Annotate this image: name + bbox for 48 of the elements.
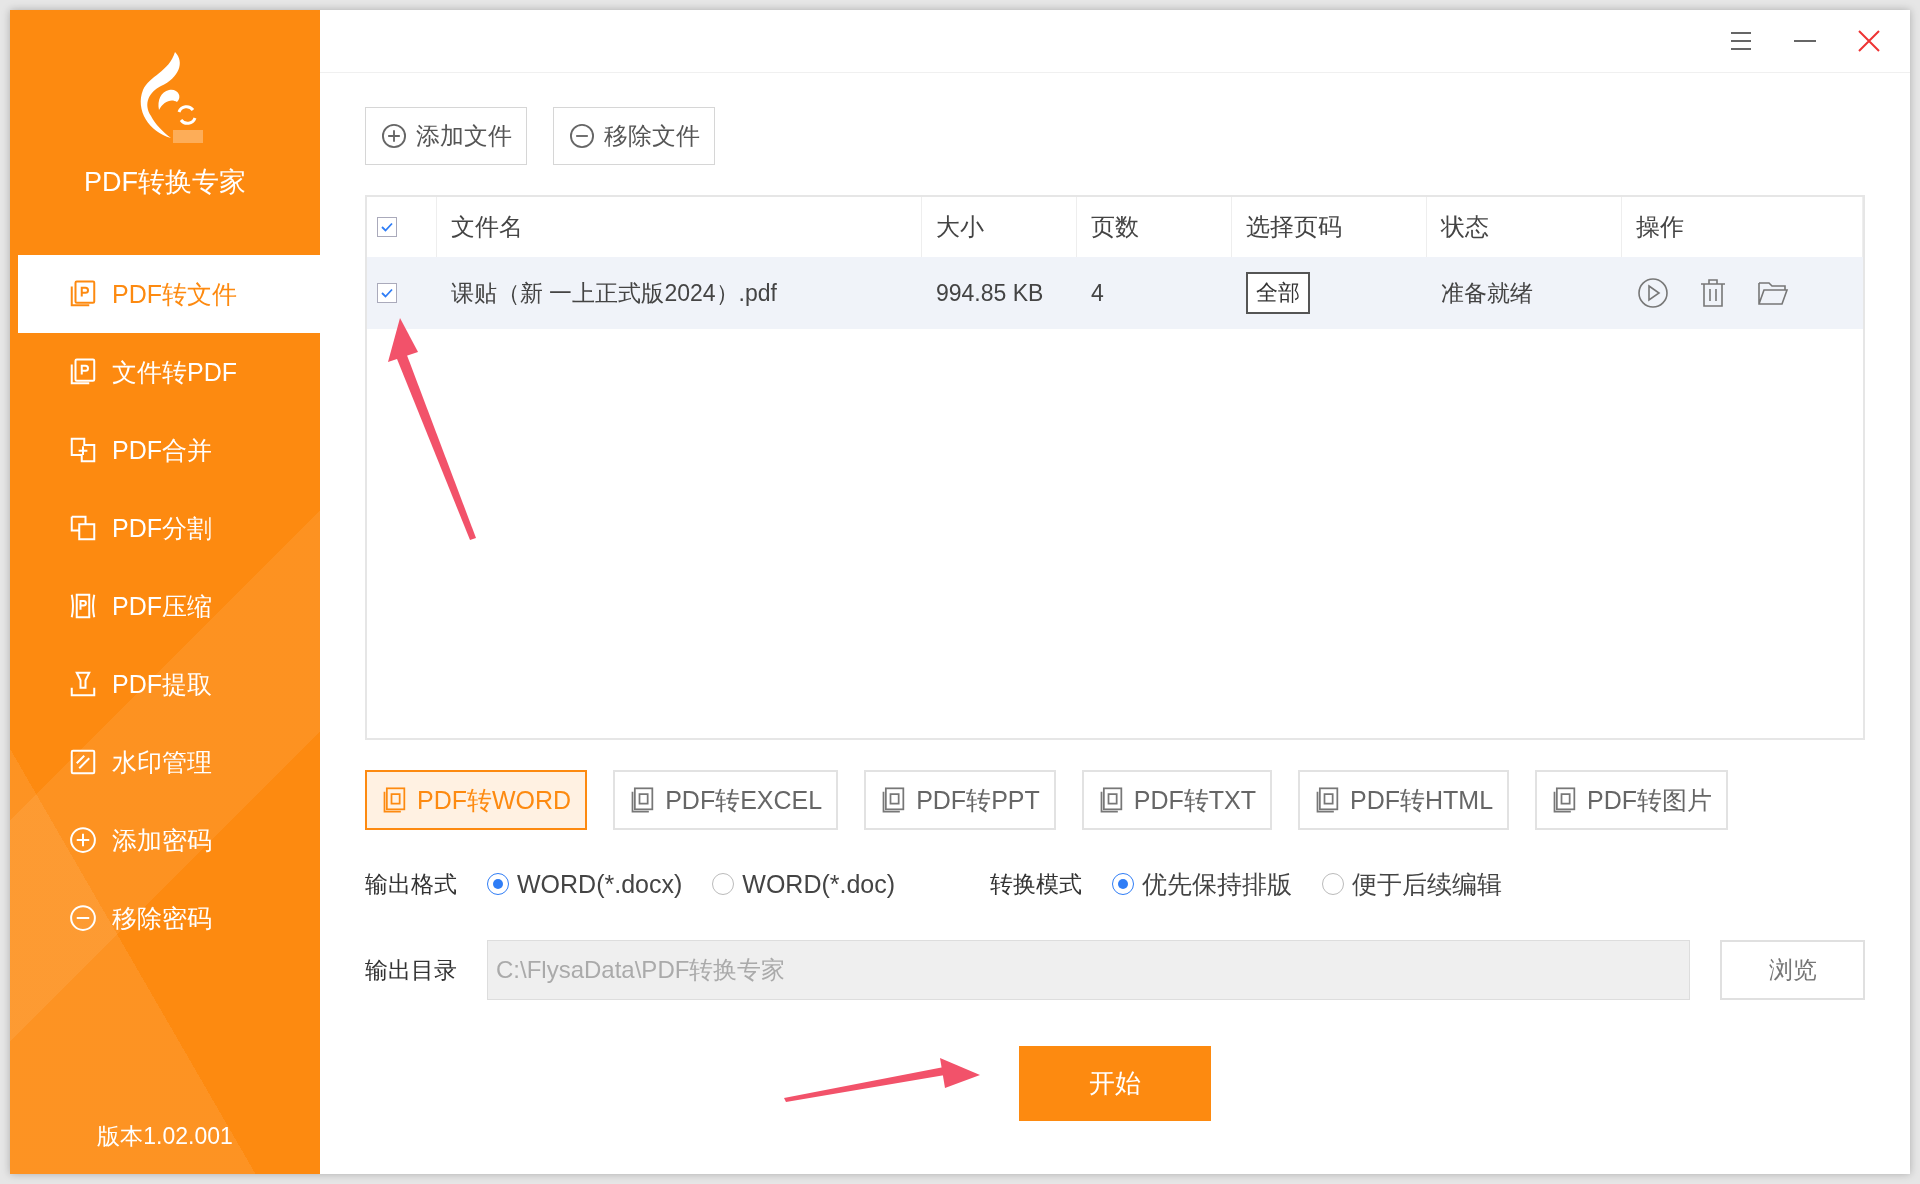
option-label: 转换模式 [990, 869, 1083, 899]
sidebar-item[interactable]: 移除密码 [18, 879, 320, 957]
status-cell-text: 准备就绪 [1440, 278, 1534, 308]
sidebar-item[interactable]: 水印管理 [18, 723, 320, 801]
minus-circle-icon [568, 122, 596, 150]
checkmark-icon [381, 288, 393, 298]
sidebar-item[interactable]: PDF压缩 [18, 567, 320, 645]
radio-option[interactable]: WORD(*.doc) [712, 869, 896, 899]
sidebar-item[interactable]: PDF合并 [18, 411, 320, 489]
start-button[interactable]: 开始 [1019, 1046, 1211, 1121]
page-range-button[interactable]: 全部 [1246, 272, 1310, 314]
output-dir-label: 输出目录 [365, 955, 457, 985]
sidebar-item[interactable]: PDF分割 [18, 489, 320, 567]
split-icon [68, 513, 98, 543]
sidebar-item[interactable]: 文件转PDF [18, 333, 320, 411]
sidebar-item[interactable]: 添加密码 [18, 801, 320, 879]
toolbar-button[interactable]: 移除文件 [553, 107, 715, 165]
radio-option[interactable]: WORD(*.docx) [487, 869, 683, 899]
radio-option[interactable]: 便于后续编辑 [1322, 867, 1503, 901]
format-tab[interactable]: PDF转TXT [1081, 770, 1272, 830]
document-icon [68, 357, 98, 387]
sidebar-item[interactable]: PDF提取 [18, 645, 320, 723]
checkmark-icon [381, 222, 393, 232]
format-tab[interactable]: PDF转EXCEL [613, 770, 839, 830]
minus-circle-icon [68, 903, 98, 933]
version-label: 版本1.02.001 [96, 1122, 234, 1151]
format-tab[interactable]: PDF转PPT [864, 770, 1056, 830]
plus-circle-icon [68, 825, 98, 855]
format-tab[interactable]: PDF转HTML [1298, 770, 1510, 830]
pages-cell-text: 4 [1090, 279, 1105, 307]
merge-icon [68, 435, 98, 465]
watermark-icon [68, 747, 98, 777]
play-icon[interactable] [1636, 276, 1670, 310]
app-title: PDF转换专家 [84, 166, 246, 199]
select-all-checkbox[interactable] [377, 217, 397, 237]
size-cell-text: 994.85 KB [935, 279, 1045, 307]
option-label: 输出格式 [365, 869, 457, 899]
document-icon [68, 279, 98, 309]
radio-option[interactable]: 优先保持排版 [1112, 867, 1293, 901]
sidebar-item[interactable]: PDF转文件 [18, 255, 320, 333]
close-icon[interactable] [1856, 28, 1882, 54]
plus-circle-icon [380, 122, 408, 150]
funnel-icon [68, 669, 98, 699]
format-tab[interactable]: PDF转图片 [1535, 770, 1729, 830]
file-name-cell-text: 课贴（新 一上正式版2024）.pdf [450, 278, 778, 308]
row-checkbox[interactable] [377, 283, 397, 303]
compress-icon [68, 591, 98, 621]
toolbar-button[interactable]: 添加文件 [365, 107, 527, 165]
